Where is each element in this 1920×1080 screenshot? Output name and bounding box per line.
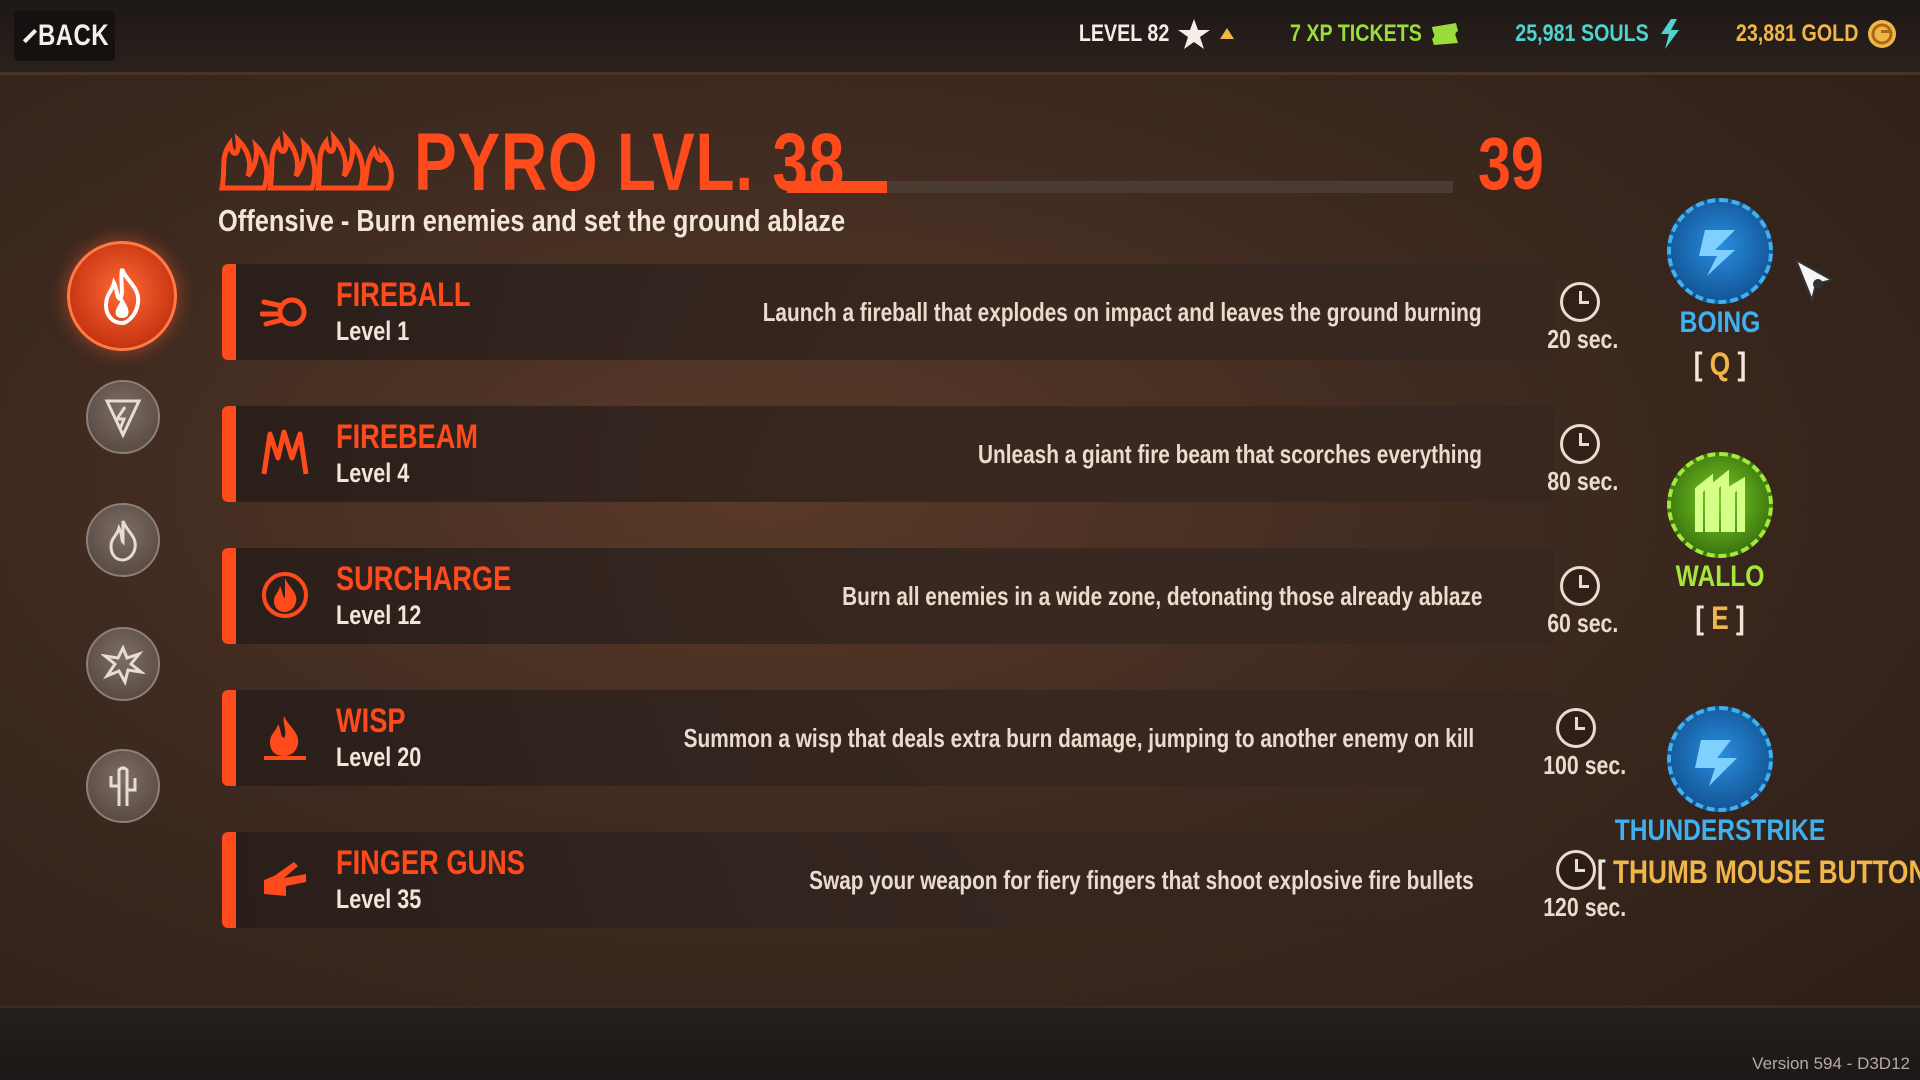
ability-row-wisp[interactable]: WISP Level 20 Summon a wisp that deals e… xyxy=(222,690,1554,786)
star-icon xyxy=(1177,19,1210,49)
class-subtitle: Offensive - Burn enemies and set the gro… xyxy=(218,203,846,238)
ability-row-surcharge[interactable]: SURCHARGE Level 12 Burn all enemies in a… xyxy=(222,548,1554,644)
footer-bar: Version 594 - D3D12 xyxy=(0,1005,1920,1080)
ability-description: Swap your weapon for fiery fingers that … xyxy=(809,865,1474,895)
soul-icon xyxy=(1660,19,1679,49)
power-name: BOING xyxy=(1679,306,1761,339)
fireball-icon xyxy=(260,297,307,327)
firebeam-icon xyxy=(261,429,309,475)
power-name: WALLO xyxy=(1675,560,1765,593)
wallo-icon xyxy=(1667,452,1773,558)
ability-row-fireball[interactable]: FIREBALL Level 1 Launch a fireball that … xyxy=(222,264,1554,360)
cooldown-time: 120 sec. xyxy=(1543,892,1627,922)
ability-name: FIREBALL xyxy=(336,276,471,314)
ability-level: Level 1 xyxy=(336,316,410,346)
back-label: BACK xyxy=(38,19,109,52)
flames-icon xyxy=(218,129,394,191)
gold-coin-icon xyxy=(1868,20,1896,48)
chevron-left-icon xyxy=(22,28,38,44)
xp-tickets-label: 7 XP TICKETS xyxy=(1289,20,1422,47)
ability-description: Unleash a giant fire beam that scorches … xyxy=(978,439,1482,469)
ability-row-finger-guns[interactable]: FINGER GUNS Level 35 Swap your weapon fo… xyxy=(222,832,1554,928)
lightning-shield-icon xyxy=(104,399,142,439)
power-slot-thunderstrike[interactable]: THUNDERSTRIKE [ THUMB MOUSE BUTTON ] xyxy=(1570,706,1920,891)
flame-drop-icon xyxy=(109,520,137,562)
ability-description: Launch a fireball that explodes on impac… xyxy=(763,297,1482,327)
splat-icon xyxy=(101,644,145,686)
ability-name: WISP xyxy=(336,702,406,740)
power-name: THUNDERSTRIKE xyxy=(1614,814,1826,847)
wisp-icon xyxy=(264,716,306,760)
ability-row-firebeam[interactable]: FIREBEAM Level 4 Unleash a giant fire be… xyxy=(222,406,1554,502)
category-flame[interactable] xyxy=(86,503,160,577)
ticket-icon xyxy=(1431,23,1458,45)
fire-icon xyxy=(103,268,141,325)
keybind-label: Q xyxy=(1709,346,1731,382)
ability-description: Burn all enemies in a wide zone, detonat… xyxy=(841,581,1482,611)
ability-name: FINGER GUNS xyxy=(336,844,525,882)
surcharge-icon xyxy=(262,572,308,618)
ability-level: Level 35 xyxy=(336,884,422,914)
souls: 25,981 SOULS xyxy=(1486,18,1683,50)
ability-level: Level 12 xyxy=(336,600,422,630)
gold-label: 23,881 GOLD xyxy=(1735,20,1858,47)
cactus-icon xyxy=(109,766,137,806)
category-lightning[interactable] xyxy=(86,380,160,454)
ability-level: Level 4 xyxy=(336,458,410,488)
version-label: Version 594 - D3D12 xyxy=(1752,1054,1910,1073)
top-bar: BACK LEVEL 82 7 XP TICKETS 25,981 SOULS … xyxy=(0,0,1920,75)
xp-progress-fill xyxy=(787,181,887,193)
keybind-label: THUMB MOUSE BUTTON xyxy=(1613,854,1920,890)
level-up-arrow-icon xyxy=(1219,28,1234,39)
thunderstrike-icon xyxy=(1667,706,1773,812)
next-level: 39 xyxy=(1478,122,1544,205)
power-keybind: [ THUMB MOUSE BUTTON ] xyxy=(1597,854,1920,891)
power-slot-wallo[interactable]: WALLO [ E ] xyxy=(1570,452,1870,637)
currency-stats: LEVEL 82 7 XP TICKETS 25,981 SOULS 23,88… xyxy=(1059,18,1898,50)
keybind-label: E xyxy=(1711,600,1729,636)
ability-level: Level 20 xyxy=(336,742,422,772)
ability-name: SURCHARGE xyxy=(336,560,512,598)
back-button[interactable]: BACK xyxy=(14,11,115,61)
gold: 23,881 GOLD xyxy=(1709,18,1898,50)
power-keybind: [ E ] xyxy=(1695,600,1745,636)
boing-icon xyxy=(1667,198,1773,304)
player-level-label: LEVEL 82 xyxy=(1078,20,1169,47)
category-fire[interactable] xyxy=(67,241,177,351)
category-cactus[interactable] xyxy=(86,749,160,823)
xp-progress-bar xyxy=(787,181,1453,193)
category-splat[interactable] xyxy=(86,627,160,701)
souls-label: 25,981 SOULS xyxy=(1515,20,1649,47)
finger-guns-icon xyxy=(264,862,306,896)
power-keybind: [ Q ] xyxy=(1693,346,1747,382)
class-title: PYRO LVL. 38 xyxy=(414,117,846,208)
player-level: LEVEL 82 xyxy=(1059,18,1235,50)
xp-tickets: 7 XP TICKETS xyxy=(1261,20,1460,48)
ability-description: Summon a wisp that deals extra burn dama… xyxy=(683,723,1474,753)
ability-name: FIREBEAM xyxy=(336,418,479,456)
mouse-cursor-icon xyxy=(1794,257,1835,304)
